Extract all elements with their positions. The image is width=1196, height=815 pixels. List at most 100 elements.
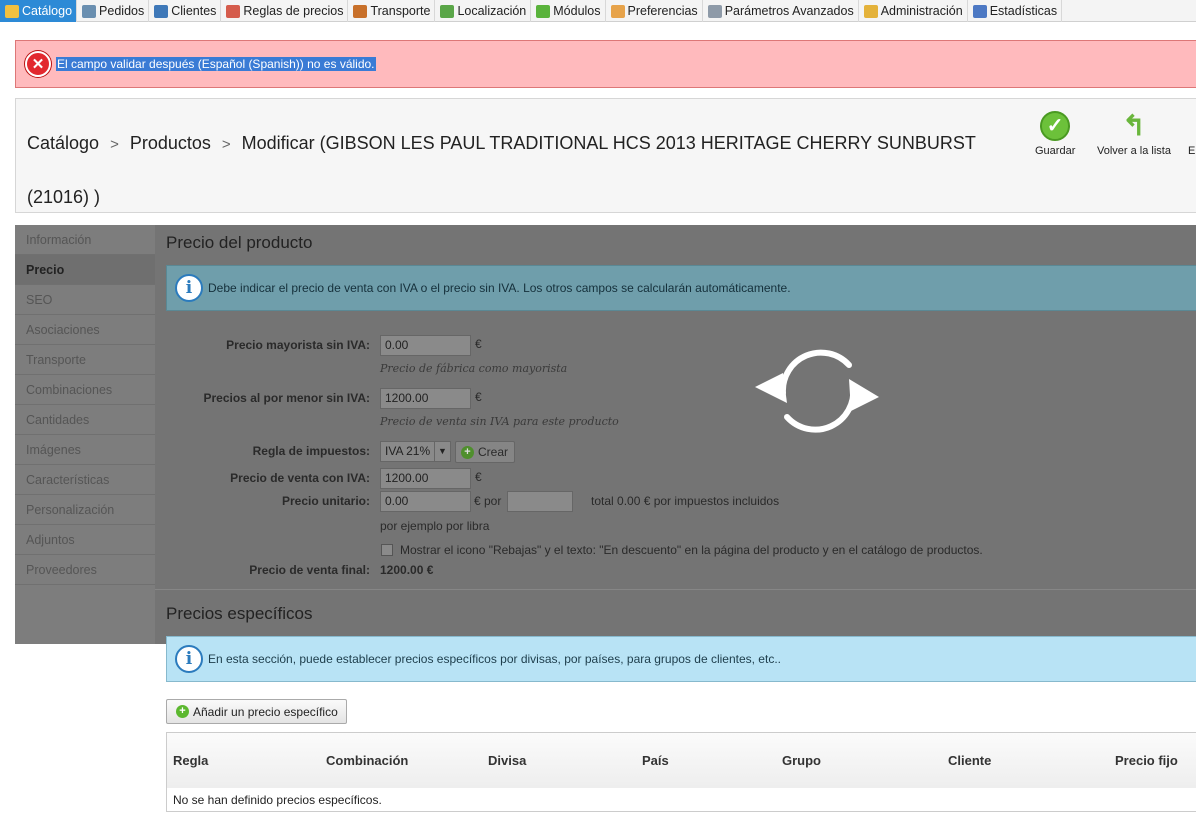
unit-hint: por ejemplo por libra — [380, 519, 490, 533]
sidebar-item[interactable]: Información — [15, 225, 155, 255]
cut-off-label: El — [1188, 145, 1196, 157]
column-header: Precio fijo — [1115, 753, 1178, 768]
nav-tab-0[interactable]: Catálogo — [0, 0, 78, 22]
chevron-right-icon: > — [221, 136, 231, 153]
nav-tab-9[interactable]: Administración — [859, 0, 968, 22]
final-price-label: Precio de venta final: — [249, 563, 370, 577]
column-header: Combinación — [326, 753, 409, 768]
breadcrumb-products[interactable]: Productos — [130, 133, 211, 153]
nav-tab-4[interactable]: Transporte — [348, 0, 436, 22]
sidebar-item[interactable]: Cantidades — [15, 405, 155, 435]
plus-icon: + — [461, 445, 474, 459]
unit-input[interactable] — [507, 491, 573, 512]
cut-off-button[interactable]: El — [1188, 145, 1196, 157]
add-specific-price-button[interactable]: + Añadir un precio específico — [166, 699, 347, 724]
wholesale-label: Precio mayorista sin IVA: — [226, 338, 370, 352]
error-alert: ✕ El campo validar después (Español (Spa… — [15, 40, 1196, 88]
nav-tab-7[interactable]: Preferencias — [606, 0, 703, 22]
section-title-specific: Precios específicos — [166, 604, 313, 623]
sidebar-item[interactable]: Imágenes — [15, 435, 155, 465]
specific-info-box: i En esta sección, puede establecer prec… — [166, 636, 1196, 682]
create-label: Crear — [478, 445, 509, 459]
check-icon: ✓ — [1040, 111, 1071, 141]
price-rules-icon — [226, 4, 241, 18]
nav-tab-label: Catálogo — [22, 4, 73, 18]
sidebar-item[interactable]: Características — [15, 465, 155, 495]
wholesale-price-input[interactable]: 0.00 — [380, 335, 471, 356]
table-header: Regla Combinación Divisa País Grupo Clie… — [167, 733, 1196, 788]
top-nav: Catálogo Pedidos Clientes Reglas de precios… — [0, 0, 1196, 22]
price-panel: Precio del producto i Debe indicar el pr… — [155, 225, 1196, 644]
nav-tab-5[interactable]: Localización — [435, 0, 532, 22]
nav-tab-2[interactable]: Clientes — [149, 0, 222, 22]
retail-label: Precios al por menor sin IVA: — [203, 391, 371, 405]
nav-tab-1[interactable]: Pedidos — [77, 0, 150, 22]
breadcrumb: Catálogo > Productos > Modificar (GIBSON LES… — [27, 117, 1017, 223]
add-specific-price-label: Añadir un precio específico — [193, 704, 338, 719]
unit-total-text: total 0.00 € por impuestos incluidos — [591, 494, 780, 508]
column-header: Divisa — [488, 753, 527, 768]
save-label: Guardar — [1035, 145, 1076, 157]
loading-spinner-icon — [755, 349, 879, 433]
create-tax-rule-button[interactable]: + Crear — [455, 441, 516, 463]
sidebar-item[interactable]: Transporte — [15, 345, 155, 375]
column-header: Regla — [173, 753, 209, 768]
sidebar-item[interactable]: Combinaciones — [15, 375, 155, 405]
cart-icon — [82, 4, 97, 18]
breadcrumb-catalog[interactable]: Catálogo — [27, 133, 99, 153]
info-icon: i — [175, 274, 203, 302]
tax-rule-select[interactable]: IVA 21% ▼ — [380, 441, 451, 462]
nav-tab-label: Estadísticas — [989, 4, 1058, 18]
on-sale-text: Mostrar el icono "Rebajas" y el texto: "… — [400, 543, 983, 557]
currency-symbol: € — [475, 390, 482, 404]
nav-tab-label: Pedidos — [99, 4, 145, 18]
back-to-list-button[interactable]: ↰ Volver a la lista — [1097, 110, 1171, 158]
on-sale-checkbox[interactable] — [381, 544, 393, 556]
back-arrow-icon: ↰ — [1122, 110, 1146, 141]
nav-tab-10[interactable]: Estadísticas — [968, 0, 1063, 22]
price-with-tax-input[interactable]: 1200.00 — [380, 468, 471, 489]
currency-symbol: € — [475, 337, 482, 351]
section-title-price: Precio del producto — [166, 233, 313, 252]
retail-price-input[interactable]: 1200.00 — [380, 388, 471, 409]
section-divider — [155, 589, 1196, 590]
nav-tab-label: Clientes — [171, 4, 217, 18]
dropdown-arrow-icon: ▼ — [434, 442, 450, 461]
folder-icon — [5, 4, 19, 18]
nav-tab-label: Módulos — [553, 4, 601, 18]
info-icon: i — [175, 645, 203, 673]
globe-icon — [440, 4, 455, 18]
user-icon — [154, 4, 169, 18]
error-message: El campo validar después (Español (Spani… — [56, 57, 376, 71]
specific-prices-table: Regla Combinación Divisa País Grupo Clie… — [166, 732, 1196, 812]
nav-tab-label: Reglas de precios — [243, 4, 344, 18]
sidebar-item[interactable]: Adjuntos — [15, 525, 155, 555]
sidebar-item[interactable]: SEO — [15, 285, 155, 315]
puzzle-icon — [536, 4, 551, 18]
sidebar-item[interactable]: Precio — [15, 255, 155, 285]
bar-chart-icon — [972, 4, 987, 18]
unit-price-label: Precio unitario: — [281, 494, 370, 508]
page-header: Catálogo > Productos > Modificar (GIBSON LES… — [15, 98, 1196, 213]
sidebar-item[interactable]: Personalización — [15, 495, 155, 525]
save-button[interactable]: ✓ Guardar — [1035, 111, 1075, 157]
unit-price-input[interactable]: 0.00 — [380, 491, 471, 512]
preferences-icon — [610, 4, 625, 18]
price-info-box: i Debe indicar el precio de venta con IV… — [166, 265, 1196, 311]
product-tabs-sidebar: Información Precio SEO Asociaciones Transpor… — [15, 225, 155, 644]
nav-tab-8[interactable]: Parámetros Avanzados — [703, 0, 859, 22]
nav-tab-6[interactable]: Módulos — [531, 0, 606, 22]
sidebar-item[interactable]: Asociaciones — [15, 315, 155, 345]
tax-rule-value: IVA 21% — [385, 444, 431, 458]
nav-tab-label: Localización — [457, 4, 527, 18]
empty-table-message: No se han definido precios específicos. — [173, 793, 382, 807]
nav-tab-label: Transporte — [370, 4, 431, 18]
nav-tab-label: Preferencias — [627, 4, 698, 18]
nav-tab-3[interactable]: Reglas de precios — [221, 0, 349, 22]
nav-tab-label: Parámetros Avanzados — [724, 4, 854, 18]
sidebar-item[interactable]: Proveedores — [15, 555, 155, 585]
nav-tab-label: Administración — [880, 4, 963, 18]
chevron-right-icon: > — [110, 136, 119, 153]
final-price-value: 1200.00 € — [380, 563, 434, 577]
price-with-tax-label: Precio de venta con IVA: — [230, 471, 370, 485]
